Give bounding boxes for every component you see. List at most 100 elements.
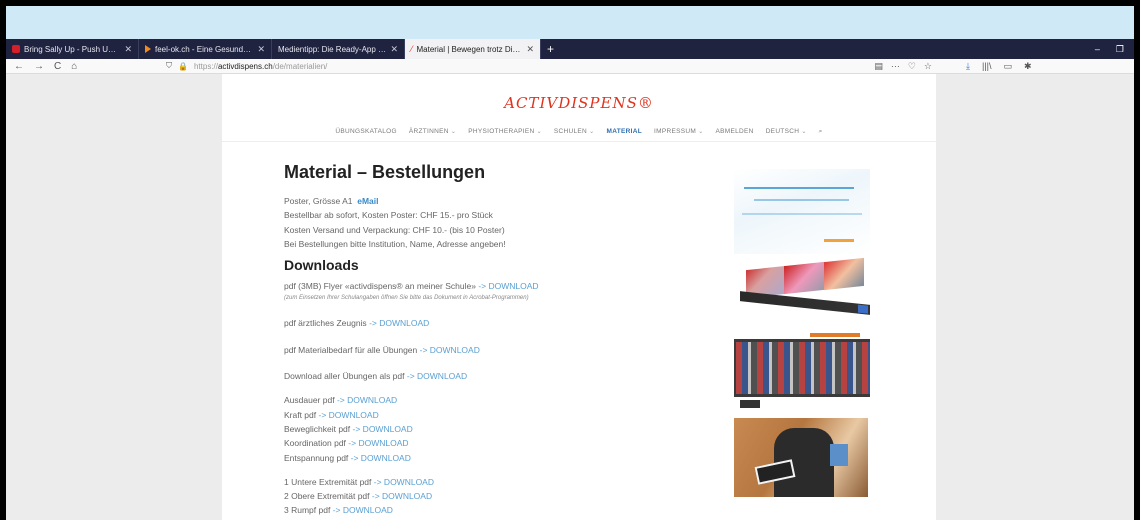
- chevron-down-icon: ⌄: [698, 129, 704, 135]
- sidebar-icon[interactable]: ▭: [1004, 61, 1013, 72]
- reload-button[interactable]: C: [54, 61, 61, 72]
- order-line: Kosten Versand und Verpackung: CHF 10.- …: [284, 224, 505, 235]
- image-detail: [858, 304, 868, 314]
- web-page: ACTIVDISPENS® ÜBUNGSKATALOG ÄRZTINNEN ⌄ …: [222, 74, 936, 520]
- exercise-photo-image[interactable]: [734, 418, 868, 497]
- navigation-bar: ← → C ⌂ ⛉ 🔒 https://activdispens.ch/de/m…: [6, 59, 1134, 74]
- download-link[interactable]: -> DOWNLOAD: [420, 345, 480, 355]
- nav-divider: [222, 141, 936, 142]
- page-actions-icon[interactable]: ···: [891, 61, 900, 72]
- bookmark-star-icon[interactable]: ☆: [924, 61, 932, 72]
- window-controls: – ❐: [1095, 39, 1134, 59]
- download-icon[interactable]: ⤓: [966, 61, 970, 72]
- download-item: 3 Rumpf pdf -> DOWNLOAD: [284, 503, 714, 517]
- order-line: Bei Bestellungen bitte Institution, Name…: [284, 238, 506, 249]
- library-icon[interactable]: |||\: [982, 61, 992, 72]
- tab-title: Medientipp: Die Ready-App unter: [278, 44, 387, 54]
- search-icon[interactable]: ⌕: [819, 128, 823, 136]
- download-item: Download aller Übungen als pdf -> DOWNLO…: [284, 369, 714, 383]
- nav-item-schulen[interactable]: SCHULEN ⌄: [554, 128, 595, 136]
- download-item: Ausdauer pdf -> DOWNLOAD: [284, 393, 714, 407]
- download-link[interactable]: -> DOWNLOAD: [478, 281, 538, 291]
- download-label: pdf ärztliches Zeugnis: [284, 318, 367, 329]
- tab-feelok[interactable]: feel-ok.ch - Eine Gesundheitsp ✕: [139, 39, 272, 59]
- nav-label: ABMELDEN: [715, 128, 754, 135]
- download-label: 2 Obere Extremität pdf: [284, 491, 370, 502]
- flyer-note: (zum Einsetzen Ihrer Schulangaben öffnen…: [284, 295, 529, 302]
- nav-label: ÄRZTINNEN: [408, 128, 449, 135]
- poster-preview-image[interactable]: [734, 169, 870, 254]
- nav-buttons: ← → C ⌂: [6, 61, 166, 72]
- download-label: pdf Materialbedarf für alle Übungen: [284, 344, 418, 355]
- restore-button[interactable]: ❐: [1116, 44, 1124, 55]
- exercise-catalog-image[interactable]: [734, 331, 870, 411]
- url-bar[interactable]: ⛉ 🔒 https://activdispens.ch/de/materiali…: [166, 60, 936, 73]
- home-button[interactable]: ⌂: [71, 61, 77, 72]
- download-link[interactable]: -> DOWNLOAD: [353, 424, 413, 434]
- shield-icon[interactable]: ⛉: [166, 61, 172, 71]
- download-link[interactable]: -> DOWNLOAD: [348, 438, 408, 448]
- forward-button[interactable]: →: [34, 61, 44, 72]
- download-link[interactable]: -> DOWNLOAD: [407, 371, 467, 381]
- browser-window: Bring Sally Up - Push Up Chall ✕ feel-ok…: [6, 6, 1134, 520]
- flyer-download: pdf (3MB) Flyer «activdispens® an meiner…: [284, 279, 714, 293]
- tab-material[interactable]: ⁄ Material | Bewegen trotz Dispe ✕: [405, 39, 541, 59]
- download-link[interactable]: -> DOWNLOAD: [372, 491, 432, 501]
- page-viewport: ACTIVDISPENS® ÜBUNGSKATALOG ÄRZTINNEN ⌄ …: [6, 74, 1134, 520]
- nav-item-uebungskatalog[interactable]: ÜBUNGSKATALOG: [335, 128, 396, 136]
- close-icon[interactable]: ✕: [526, 44, 534, 55]
- tab-title: Material | Bewegen trotz Dispe: [416, 44, 523, 54]
- close-icon[interactable]: ✕: [124, 44, 132, 55]
- close-icon[interactable]: ✕: [257, 44, 265, 55]
- flyer-preview-image[interactable]: [738, 256, 870, 318]
- tab-title: feel-ok.ch - Eine Gesundheitsp: [155, 44, 254, 54]
- download-item: Koordination pdf -> DOWNLOAD: [284, 436, 714, 450]
- reader-view-icon[interactable]: ▤: [874, 61, 883, 72]
- nav-item-material[interactable]: MATERIAL: [607, 128, 643, 136]
- top-band: [6, 6, 1134, 39]
- lock-icon[interactable]: 🔒: [178, 62, 188, 71]
- nav-label: DEUTSCH: [765, 128, 800, 135]
- tab-title: Bring Sally Up - Push Up Chall: [24, 44, 121, 54]
- minimize-button[interactable]: –: [1095, 44, 1100, 54]
- url-path: /de/materialien/: [272, 61, 328, 71]
- nav-item-physiotherapien[interactable]: PHYSIOTHERAPIEN ⌄: [468, 128, 542, 136]
- new-tab-button[interactable]: +: [541, 39, 560, 59]
- main-nav: ÜBUNGSKATALOG ÄRZTINNEN ⌄ PHYSIOTHERAPIE…: [222, 128, 936, 136]
- image-detail: [734, 397, 870, 411]
- download-link[interactable]: -> DOWNLOAD: [374, 477, 434, 487]
- tab-youtube[interactable]: Bring Sally Up - Push Up Chall ✕: [6, 39, 139, 59]
- image-detail: [830, 444, 848, 466]
- extension-icon[interactable]: ✱: [1024, 61, 1032, 72]
- download-link[interactable]: -> DOWNLOAD: [369, 318, 429, 328]
- feelok-icon: [145, 45, 151, 53]
- nav-label: MATERIAL: [606, 128, 642, 135]
- download-item: Entspannung pdf -> DOWNLOAD: [284, 451, 714, 465]
- download-link[interactable]: -> DOWNLOAD: [351, 453, 411, 463]
- tab-medientipp[interactable]: Medientipp: Die Ready-App unter ✕: [272, 39, 405, 59]
- email-link[interactable]: eMail: [357, 196, 378, 206]
- url-text[interactable]: https://activdispens.ch/de/materialien/: [194, 62, 327, 71]
- download-item: pdf ärztliches Zeugnis -> DOWNLOAD: [284, 316, 714, 330]
- close-icon[interactable]: ✕: [390, 44, 398, 55]
- url-prefix: https://: [193, 61, 218, 71]
- nav-item-impressum[interactable]: IMPRESSUM ⌄: [654, 128, 704, 136]
- download-label: Ausdauer pdf: [284, 395, 335, 406]
- back-button[interactable]: ←: [14, 61, 24, 72]
- download-item: 1 Untere Extremität pdf -> DOWNLOAD: [284, 475, 714, 489]
- download-label: 1 Untere Extremität pdf: [284, 476, 372, 487]
- chevron-down-icon: ⌄: [450, 129, 457, 135]
- site-logo[interactable]: ACTIVDISPENS®: [222, 94, 936, 112]
- nav-item-abmelden[interactable]: ABMELDEN: [716, 128, 754, 136]
- download-link[interactable]: -> DOWNLOAD: [319, 410, 379, 420]
- download-link[interactable]: -> DOWNLOAD: [333, 505, 393, 515]
- download-link[interactable]: -> DOWNLOAD: [337, 395, 397, 405]
- nav-item-aerztinnen[interactable]: ÄRZTINNEN ⌄: [409, 128, 456, 136]
- image-detail: [824, 239, 854, 242]
- activdispens-icon: ⁄: [411, 43, 413, 54]
- order-line: Bestellbar ab sofort, Kosten Poster: CHF…: [284, 210, 493, 221]
- nav-item-deutsch[interactable]: DEUTSCH ⌄: [766, 128, 807, 136]
- pocket-icon[interactable]: ♡: [908, 61, 916, 72]
- image-detail: [740, 400, 760, 408]
